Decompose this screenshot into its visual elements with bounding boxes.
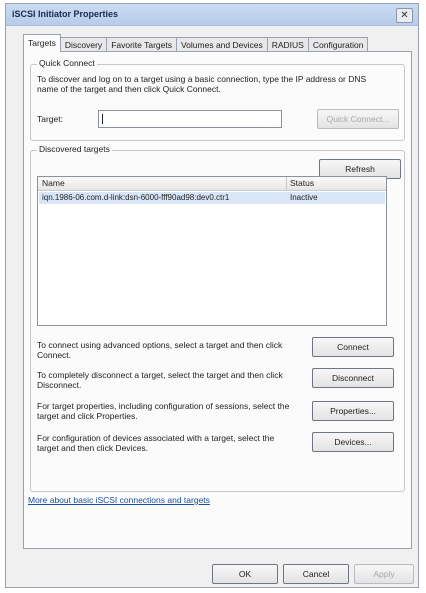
target-input[interactable] bbox=[98, 110, 282, 128]
column-separator[interactable] bbox=[286, 177, 287, 190]
disconnect-button[interactable]: Disconnect bbox=[312, 368, 394, 388]
tab-strip: Targets Discovery Favorite Targets Volum… bbox=[23, 34, 369, 52]
devices-description: For configuration of devices associated … bbox=[37, 433, 275, 453]
target-name-cell: iqn.1986-06.com.d-link:dsn-6000-fff90ad9… bbox=[42, 193, 230, 202]
tab-favorite-targets[interactable]: Favorite Targets bbox=[106, 37, 177, 52]
tab-radius[interactable]: RADIUS bbox=[266, 37, 309, 52]
quick-connect-legend: Quick Connect bbox=[37, 58, 97, 68]
target-label: Target: bbox=[37, 114, 63, 124]
quick-connect-group: Quick Connect To discover and log on to … bbox=[30, 58, 405, 141]
close-icon[interactable]: ✕ bbox=[396, 8, 413, 23]
target-status-cell: Inactive bbox=[290, 193, 318, 202]
discovered-targets-legend: Discovered targets bbox=[37, 144, 112, 154]
title-bar[interactable]: iSCSI Initiator Properties ✕ bbox=[6, 4, 418, 26]
apply-button[interactable]: Apply bbox=[354, 564, 414, 584]
dialog-window: iSCSI Initiator Properties ✕ Targets Dis… bbox=[5, 3, 419, 588]
properties-button[interactable]: Properties... bbox=[312, 401, 394, 421]
quick-connect-description: To discover and log on to a target using… bbox=[37, 74, 367, 94]
tab-configuration[interactable]: Configuration bbox=[307, 37, 369, 52]
cancel-button[interactable]: Cancel bbox=[283, 564, 349, 584]
window-title: iSCSI Initiator Properties bbox=[12, 9, 119, 19]
quick-connect-button[interactable]: Quick Connect... bbox=[317, 109, 399, 129]
devices-button[interactable]: Devices... bbox=[312, 432, 394, 452]
connect-button[interactable]: Connect bbox=[312, 337, 394, 357]
disconnect-description: To completely disconnect a target, selec… bbox=[37, 370, 283, 390]
tab-volumes-and-devices[interactable]: Volumes and Devices bbox=[175, 37, 268, 52]
targets-list[interactable]: Name Status iqn.1986-06.com.d-link:dsn-6… bbox=[37, 176, 387, 326]
help-link[interactable]: More about basic iSCSI connections and t… bbox=[28, 495, 210, 505]
tab-discovery[interactable]: Discovery bbox=[59, 37, 108, 52]
list-header: Name Status bbox=[38, 177, 386, 191]
table-row[interactable]: iqn.1986-06.com.d-link:dsn-6000-fff90ad9… bbox=[39, 192, 385, 204]
targets-tab-panel: Quick Connect To discover and log on to … bbox=[23, 51, 412, 549]
connect-description: To connect using advanced options, selec… bbox=[37, 340, 283, 360]
column-header-status[interactable]: Status bbox=[290, 178, 314, 188]
column-header-name[interactable]: Name bbox=[42, 178, 65, 188]
text-caret bbox=[102, 114, 103, 124]
properties-description: For target properties, including configu… bbox=[37, 401, 290, 421]
ok-button[interactable]: OK bbox=[212, 564, 278, 584]
tab-targets[interactable]: Targets bbox=[23, 34, 61, 52]
